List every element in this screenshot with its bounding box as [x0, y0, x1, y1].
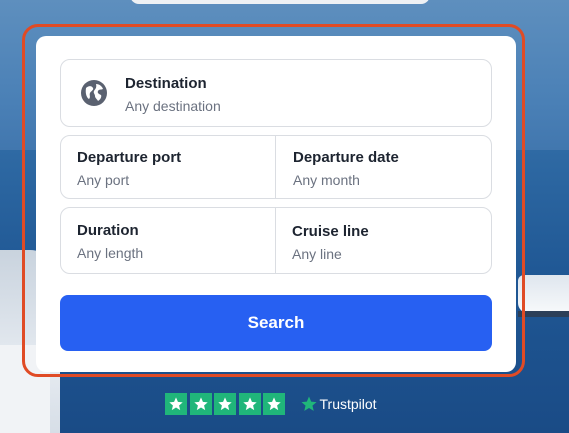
trustpilot-rating[interactable]: Trustpilot	[165, 392, 377, 416]
star-icon	[189, 393, 212, 415]
trustpilot-logo: Trustpilot	[300, 395, 377, 413]
trustpilot-star-icon	[301, 396, 316, 411]
destination-value: Any destination	[125, 98, 221, 114]
search-button[interactable]: Search	[60, 295, 492, 351]
duration-line-row: Duration Any length Cruise line Any line	[60, 207, 492, 274]
duration-field[interactable]: Duration Any length	[61, 208, 276, 273]
star-icon	[214, 393, 236, 415]
background-cruise-ship	[518, 275, 569, 317]
cruise-line-label: Cruise line	[292, 223, 369, 240]
departure-port-value: Any port	[77, 172, 130, 188]
star-icon	[238, 393, 261, 415]
departure-date-field[interactable]: Departure date Any month	[276, 136, 491, 198]
departure-row: Departure port Any port Departure date A…	[60, 135, 492, 199]
trustpilot-brand: Trustpilot	[319, 396, 377, 412]
destination-field[interactable]: Destination Any destination	[60, 59, 492, 127]
star-icon	[263, 393, 285, 415]
departure-port-label: Departure port	[77, 149, 182, 166]
departure-date-label: Departure date	[293, 149, 399, 166]
departure-date-value: Any month	[293, 172, 360, 188]
duration-label: Duration	[77, 222, 139, 239]
star-icon	[165, 393, 187, 415]
globe-icon	[81, 80, 107, 106]
departure-port-field[interactable]: Departure port Any port	[61, 136, 276, 198]
destination-label: Destination	[125, 75, 207, 92]
duration-value: Any length	[77, 245, 144, 261]
cruise-line-field[interactable]: Cruise line Any line	[276, 208, 491, 273]
cruise-line-value: Any line	[292, 246, 342, 262]
top-bar-edge	[130, 0, 430, 4]
